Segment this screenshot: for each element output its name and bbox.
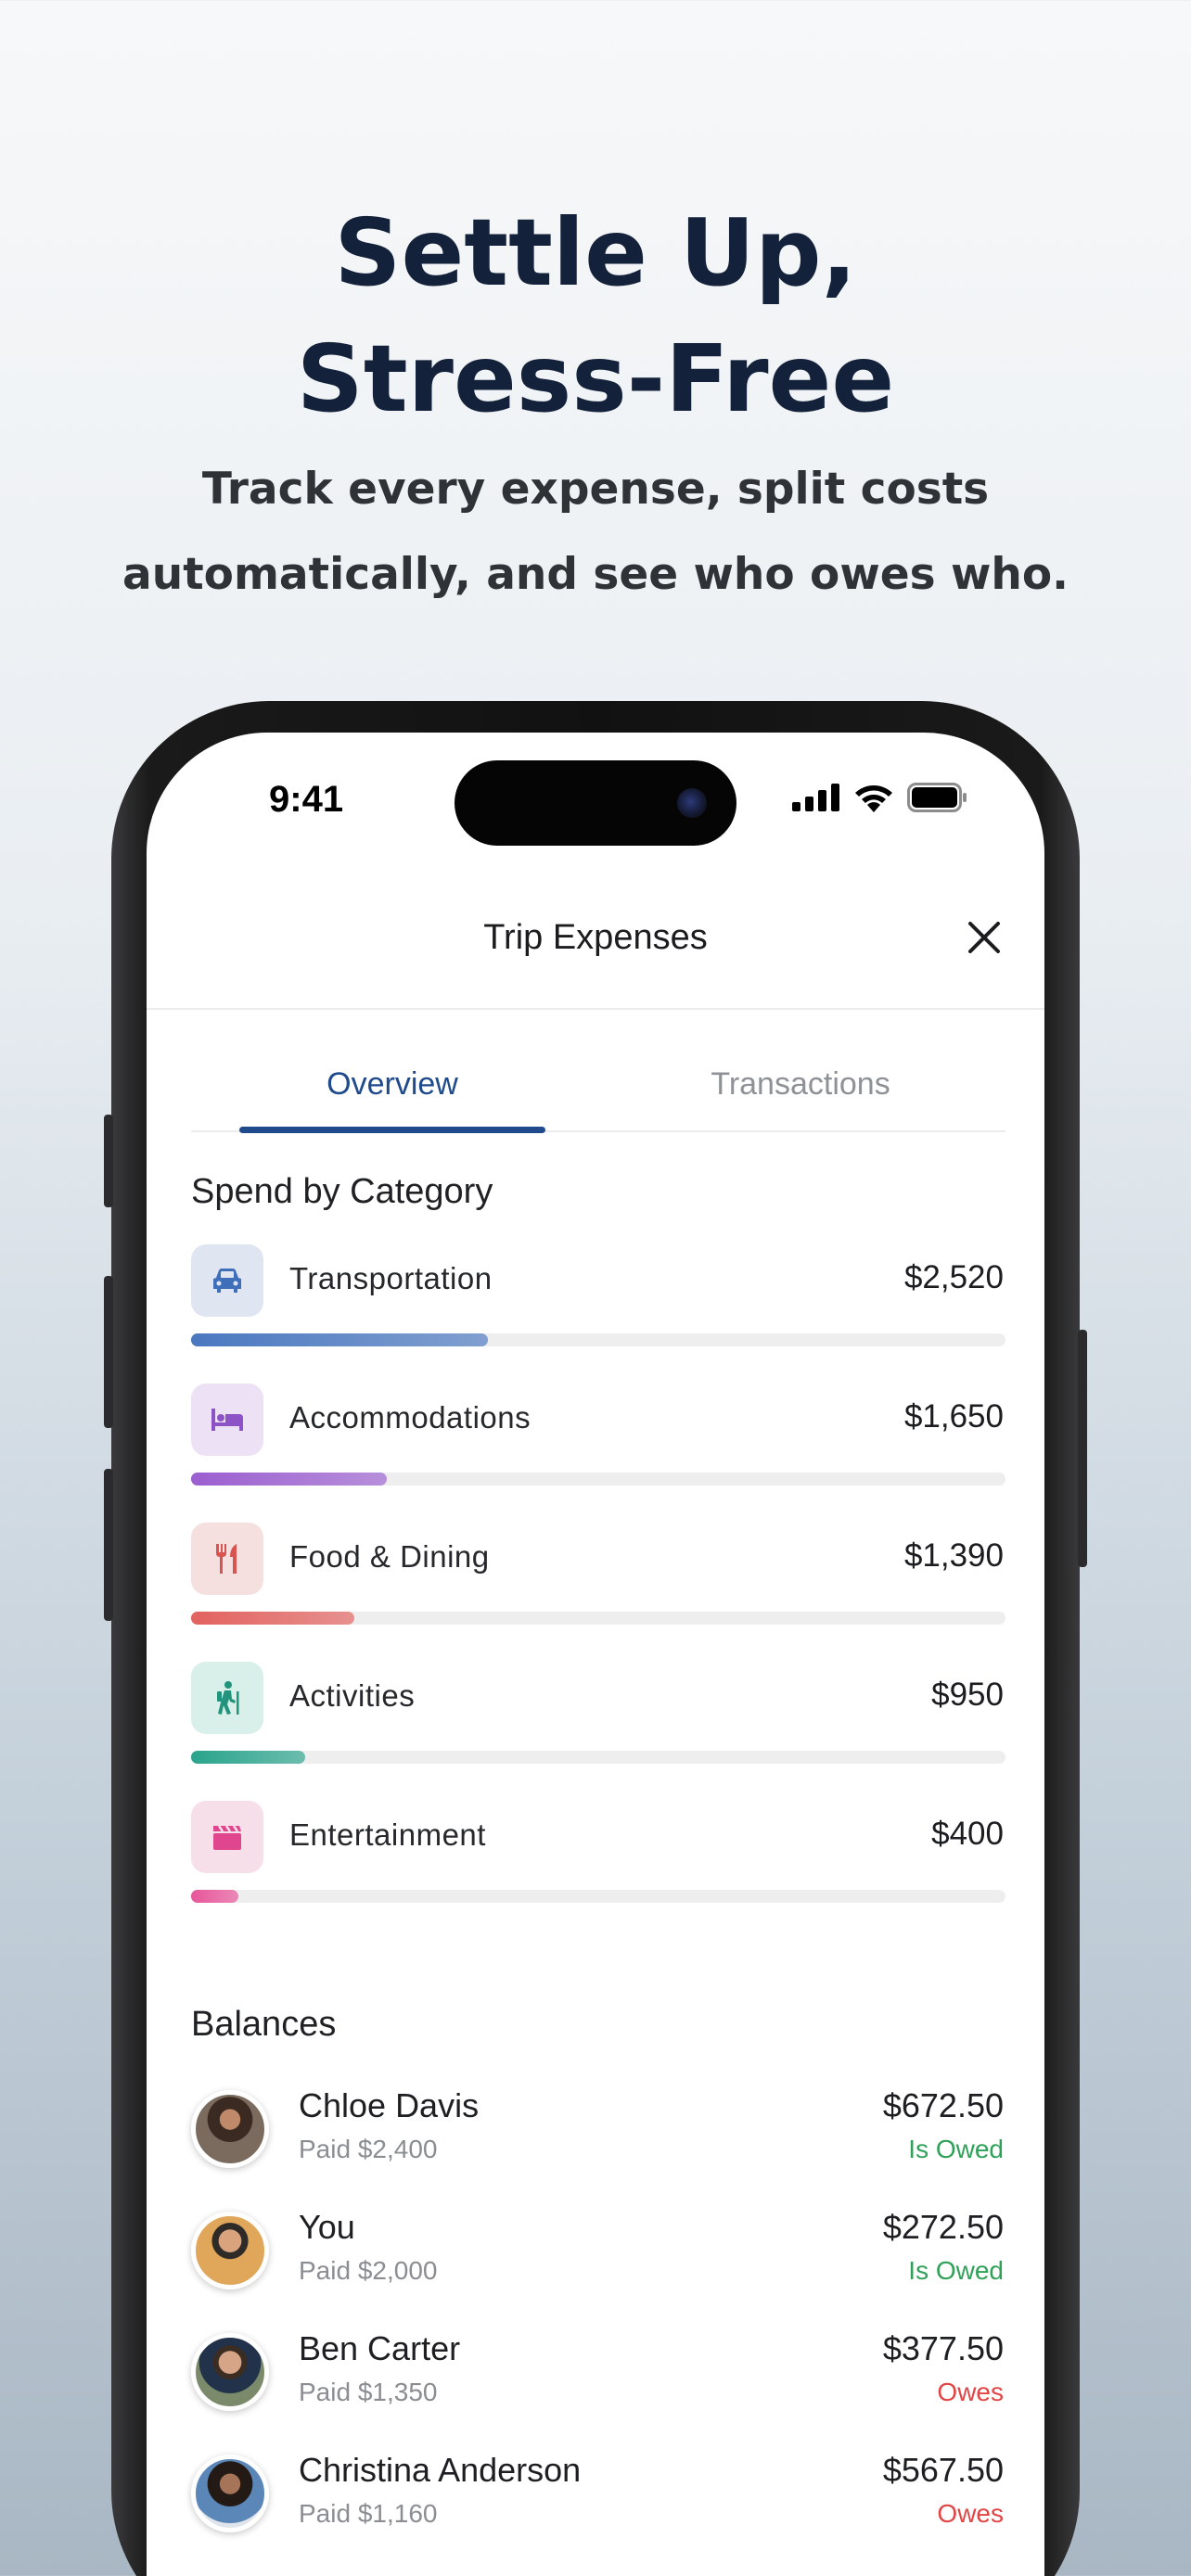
cellular-signal-icon [792, 784, 839, 811]
category-bar-track-transportation [191, 1333, 1005, 1346]
category-bar-track-entertainment [191, 1890, 1005, 1903]
person-paid-you: Paid $2,000 [299, 2256, 438, 2285]
category-label-activities: Activities [289, 1678, 416, 1713]
avatar [191, 2090, 269, 2168]
bed-icon [191, 1384, 263, 1456]
hero-subtitle-line-2: automatically, and see who owes who. [122, 549, 1069, 600]
phone-screen: 9:41 Trip Expenses Overview Transactions… [147, 733, 1044, 2576]
hero-title: Settle Up, Stress-Free [0, 190, 1191, 442]
avatar [191, 2333, 269, 2411]
category-bar-track-activities [191, 1751, 1005, 1764]
category-bar-activities [191, 1751, 305, 1764]
tab-overview[interactable]: Overview [239, 1066, 545, 1103]
person-paid-ben-carter: Paid $1,350 [299, 2378, 438, 2406]
car-icon [191, 1244, 263, 1317]
person-status-ben-carter: Owes [937, 2378, 1004, 2406]
person-amount-christina-anderson: $567.50 [882, 2451, 1004, 2489]
phone-action-button [104, 1115, 113, 1207]
hero-title-line-1: Settle Up, [334, 198, 857, 307]
category-label-entertainment: Entertainment [289, 1817, 486, 1852]
category-label-accommodations: Accommodations [289, 1400, 531, 1435]
category-bar-entertainment [191, 1890, 238, 1903]
person-status-chloe-davis: Is Owed [908, 2135, 1004, 2163]
person-name-christina-anderson: Christina Anderson [299, 2451, 582, 2489]
category-value-entertainment: $400 [931, 1816, 1004, 1852]
utensils-icon [191, 1523, 263, 1595]
avatar [191, 2455, 269, 2532]
avatar [191, 2212, 269, 2289]
person-status-you: Is Owed [908, 2256, 1004, 2285]
dynamic-island [455, 760, 736, 846]
person-name-you: You [299, 2208, 355, 2246]
person-amount-ben-carter: $377.50 [882, 2329, 1004, 2367]
status-time: 9:41 [269, 779, 344, 820]
battery-icon [907, 783, 967, 812]
category-label-food-dining: Food & Dining [289, 1539, 490, 1574]
hiking-icon [191, 1662, 263, 1734]
status-icons [792, 783, 968, 812]
tab-active-indicator [239, 1127, 545, 1133]
person-name-chloe-davis: Chloe Davis [299, 2086, 480, 2124]
balances-section-title: Balances [191, 2005, 337, 2044]
page-title: Trip Expenses [483, 918, 708, 957]
hero-subtitle: Track every expense, split costs automat… [102, 447, 1089, 618]
hero-title-line-2: Stress-Free [296, 325, 895, 433]
category-value-accommodations: $1,650 [903, 1398, 1004, 1435]
category-value-activities: $950 [931, 1677, 1004, 1713]
person-paid-christina-anderson: Paid $1,160 [299, 2499, 438, 2528]
person-amount-you: $272.50 [882, 2208, 1004, 2246]
phone-volume-down-button [104, 1469, 113, 1621]
close-icon[interactable] [961, 914, 1007, 961]
person-status-christina-anderson: Owes [937, 2499, 1004, 2528]
phone-power-button [1078, 1330, 1087, 1567]
category-label-transportation: Transportation [289, 1261, 493, 1295]
hero-subtitle-line-1: Track every expense, split costs [201, 464, 990, 515]
category-bar-accommodations [191, 1473, 387, 1486]
phone-volume-up-button [104, 1276, 113, 1428]
wifi-icon [855, 785, 892, 812]
tab-transactions[interactable]: Transactions [647, 1066, 954, 1103]
category-bar-track-accommodations [191, 1473, 1005, 1486]
person-name-ben-carter: Ben Carter [299, 2329, 461, 2367]
person-paid-chloe-davis: Paid $2,400 [299, 2135, 438, 2163]
category-bar-track-food-dining [191, 1612, 1005, 1625]
category-value-food-dining: $1,390 [903, 1537, 1004, 1574]
nav-divider [147, 1008, 1044, 1010]
category-bar-transportation [191, 1333, 489, 1346]
camera-icon [677, 788, 707, 818]
category-value-transportation: $2,520 [903, 1259, 1004, 1295]
category-bar-food-dining [191, 1612, 354, 1625]
person-amount-chloe-davis: $672.50 [882, 2086, 1004, 2124]
clapperboard-icon [191, 1801, 263, 1873]
spend-section-title: Spend by Category [191, 1172, 493, 1211]
